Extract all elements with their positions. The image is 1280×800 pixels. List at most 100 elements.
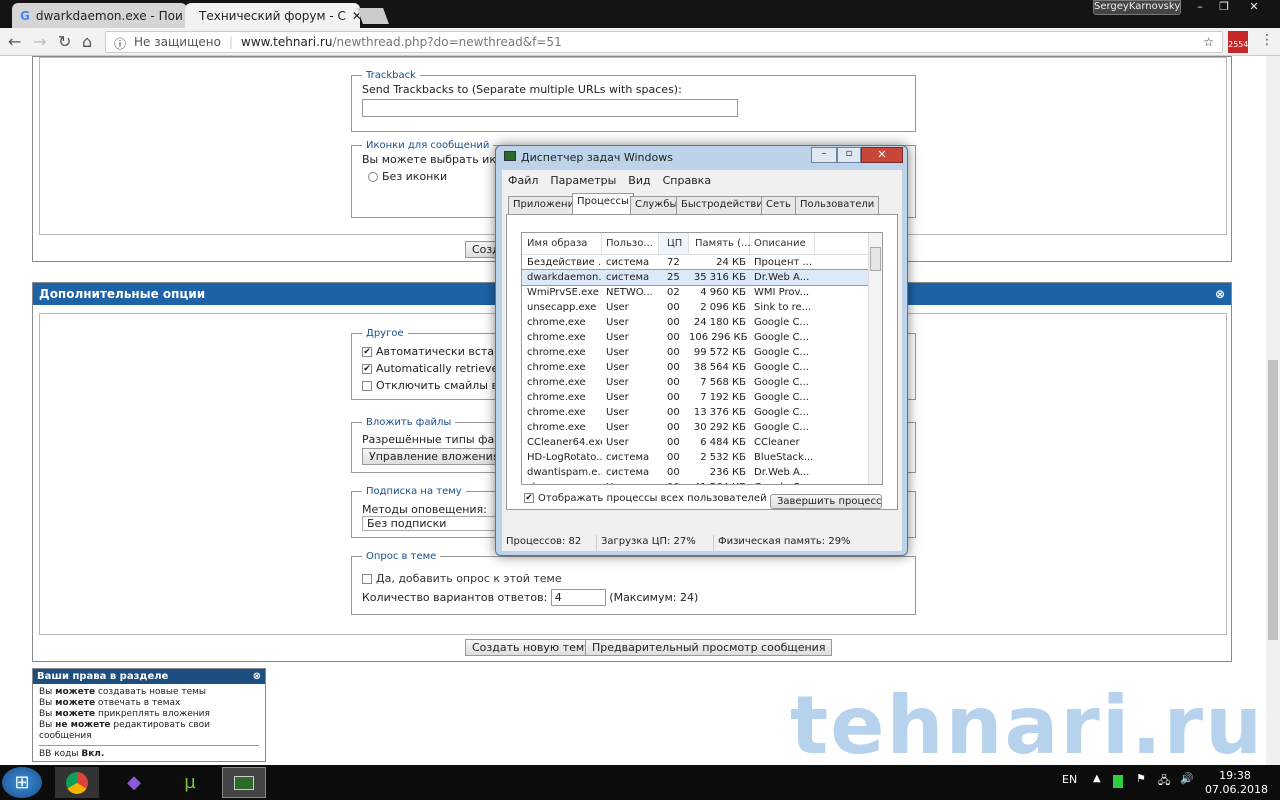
minimize-icon[interactable]: – <box>1186 0 1214 15</box>
column-memory[interactable]: Память (... <box>689 233 751 254</box>
page-scrollbar[interactable] <box>1266 56 1280 765</box>
menu-help[interactable]: Справка <box>663 174 711 187</box>
process-cpu: 00 <box>667 392 680 403</box>
process-memory: 24 180 КБ <box>693 317 746 328</box>
process-cpu: 00 <box>667 467 680 478</box>
clock[interactable]: 19:38 07.06.2018 <box>1205 769 1268 797</box>
network-icon[interactable]: 🖧 <box>1158 772 1170 791</box>
minimize-icon[interactable]: – <box>811 147 837 163</box>
checkbox[interactable] <box>362 381 372 391</box>
chrome-taskbar-icon[interactable] <box>55 767 99 798</box>
maximize-icon[interactable]: ❐ <box>1214 0 1234 15</box>
process-row[interactable]: chrome.exe User 00 7 192 КБ Google C... <box>522 390 882 405</box>
home-icon[interactable]: ⌂ <box>82 32 92 51</box>
column-description[interactable]: Описание <box>750 233 815 254</box>
poll-count-input[interactable]: 4 <box>550 589 606 606</box>
process-cpu: 00 <box>667 422 680 433</box>
no-icon-radio[interactable] <box>368 172 378 182</box>
profile-user[interactable]: SergeyKarnovsky <box>1093 0 1181 15</box>
column-image-name[interactable]: Имя образа <box>522 233 602 254</box>
show-all-processes-option[interactable]: ✔ Отображать процессы всех пользователей <box>524 493 767 504</box>
tab-users[interactable]: Пользователи <box>795 196 880 214</box>
add-poll-option[interactable]: Да, добавить опрос к этой теме <box>362 572 905 585</box>
process-row[interactable]: WmiPrvSE.exe NETWO... 02 4 960 КБ WMI Prov..… <box>522 285 882 300</box>
start-button[interactable]: ⊞ <box>2 767 42 798</box>
process-description: Google C... <box>754 317 809 328</box>
browser-toolbar: ← → ↻ ⌂ ⓘ Не защищено | www.tehnari.ru/n… <box>0 28 1280 56</box>
checkbox[interactable] <box>362 574 372 584</box>
checkbox[interactable]: ✔ <box>362 347 372 357</box>
tab-processes[interactable]: Процессы <box>572 193 634 215</box>
process-row[interactable]: HD-LogRotato... система 00 2 532 КБ BlueStac… <box>522 450 882 465</box>
task-manager-taskbar-icon[interactable] <box>222 767 266 798</box>
language-indicator[interactable]: EN <box>1062 773 1077 786</box>
process-row[interactable]: CCleaner64.exe User 00 6 484 КБ CCleaner <box>522 435 882 450</box>
process-row[interactable]: dwarkdaemon... система 25 35 316 КБ Dr.Web A… <box>522 269 882 286</box>
poll-count-label: Количество вариантов ответов: <box>362 591 548 604</box>
process-row[interactable]: Бездействие ... система 72 24 КБ Процент ... <box>522 255 882 270</box>
show-hidden-icons[interactable]: ▲ <box>1093 773 1101 784</box>
column-cpu[interactable]: ЦП <box>659 233 689 254</box>
new-tab-button[interactable] <box>357 8 389 24</box>
close-window-icon[interactable]: ✕ <box>1234 0 1274 15</box>
process-row[interactable]: chrome.exe User 00 30 292 КБ Google C... <box>522 420 882 435</box>
tab-services[interactable]: Службы <box>630 196 683 214</box>
close-icon[interactable]: ✕ <box>861 147 903 163</box>
tab-network[interactable]: Сеть <box>761 196 796 214</box>
visual-studio-icon[interactable]: ◆ <box>112 767 156 798</box>
tab-google-search[interactable]: Gdwarkdaemon.exe - Пои✕ <box>12 3 187 28</box>
preview-button[interactable]: Предварительный просмотр сообщения <box>585 639 833 656</box>
status-processes: Процессов: 82 <box>502 535 597 551</box>
bb-codes-value: Вкл. <box>81 749 105 759</box>
process-cpu: 00 <box>667 377 680 388</box>
address-bar[interactable]: ⓘ Не защищено | www.tehnari.ru/newthread… <box>105 31 1223 53</box>
checkbox[interactable]: ✔ <box>524 493 534 503</box>
process-user: User <box>606 437 629 448</box>
utorrent-icon[interactable]: µ <box>168 767 212 798</box>
process-memory: 13 376 КБ <box>693 407 746 418</box>
checkbox[interactable]: ✔ <box>362 364 372 374</box>
menu-file[interactable]: Файл <box>508 174 538 187</box>
process-row[interactable]: unsecapp.exe User 00 2 096 КБ Sink to re... <box>522 300 882 315</box>
end-process-button[interactable]: Завершить процесс <box>770 494 882 509</box>
maximize-icon[interactable]: ▫ <box>837 147 861 163</box>
process-row[interactable]: chrome.exeUser0041 564 КБGoogle C... <box>522 480 882 484</box>
forward-icon[interactable]: → <box>33 32 46 51</box>
process-memory: 30 292 КБ <box>693 422 746 433</box>
process-user: User <box>606 317 629 328</box>
info-icon: ⓘ <box>114 37 127 51</box>
trackback-input[interactable] <box>362 99 738 117</box>
volume-icon[interactable]: 🔊 <box>1180 772 1194 785</box>
create-thread-button[interactable]: Создать новую тему <box>465 639 598 656</box>
gmail-extension-icon[interactable]: 2554 <box>1228 31 1248 53</box>
tray-app-icon[interactable] <box>1113 775 1123 788</box>
process-row[interactable]: chrome.exe User 00 38 564 КБ Google C... <box>522 360 882 375</box>
action-center-flag-icon[interactable]: ⚑ <box>1136 772 1146 785</box>
collapse-icon[interactable]: ⊗ <box>1215 287 1225 301</box>
collapse-icon[interactable]: ⊗ <box>253 671 261 682</box>
reload-icon[interactable]: ↻ <box>58 32 71 51</box>
tab-performance[interactable]: Быстродействие <box>676 196 774 214</box>
process-row[interactable]: chrome.exe User 00 106 296 КБ Google C... <box>522 330 882 345</box>
process-user: User <box>606 362 629 373</box>
process-row[interactable]: chrome.exe User 00 24 180 КБ Google C... <box>522 315 882 330</box>
process-cpu: 00 <box>667 317 680 328</box>
tab-forum[interactable]: Технический форум - С ✕ <box>185 3 360 28</box>
task-manager-window: Диспетчер задач Windows – ▫ ✕ Файл Параме… <box>495 145 908 556</box>
task-manager-client: Приложения Процессы Службы Быстродействи… <box>502 190 902 535</box>
process-row[interactable]: chrome.exe User 00 13 376 КБ Google C... <box>522 405 882 420</box>
process-row[interactable]: chrome.exe User 00 7 568 КБ Google C... <box>522 375 882 390</box>
menu-options[interactable]: Параметры <box>550 174 616 187</box>
process-description: Dr.Web A... <box>754 467 810 478</box>
mail-badge: 2554 <box>1228 40 1249 49</box>
bookmark-star-icon[interactable]: ☆ <box>1203 35 1214 49</box>
process-memory: 7 568 КБ <box>700 377 746 388</box>
menu-view[interactable]: Вид <box>628 174 650 187</box>
process-row[interactable]: dwantispam.e... система 00 236 КБ Dr.Web A..… <box>522 465 882 480</box>
menu-icon[interactable]: ⋮ <box>1260 32 1274 48</box>
column-user[interactable]: Пользо... <box>602 233 659 254</box>
process-description: Google C... <box>750 482 815 484</box>
process-row[interactable]: chrome.exe User 00 99 572 КБ Google C... <box>522 345 882 360</box>
back-icon[interactable]: ← <box>8 32 21 51</box>
table-scrollbar[interactable] <box>868 233 882 484</box>
